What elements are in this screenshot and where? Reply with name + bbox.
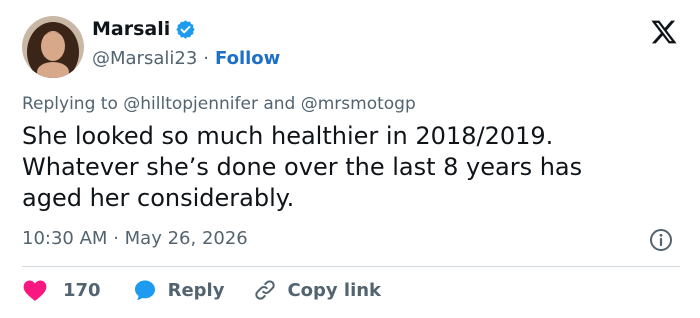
author-handle-row: @Marsali23 · Follow (92, 48, 280, 69)
tweet-text: She looked so much healthier in 2018/201… (22, 121, 682, 214)
verified-badge-icon (175, 19, 196, 40)
copy-link-button[interactable]: Copy link (253, 278, 381, 302)
speech-bubble-icon (133, 278, 157, 302)
tweet-text-line: aged her considerably. (22, 184, 295, 212)
info-icon[interactable] (649, 228, 673, 252)
follow-button[interactable]: Follow (215, 48, 280, 69)
copy-link-label: Copy link (287, 279, 382, 301)
replying-to-line: Replying to @hilltopjennifer and @mrsmot… (22, 94, 416, 114)
handle-separator: · (203, 48, 210, 69)
divider (22, 266, 680, 267)
tweet-time: 10:30 AM (22, 228, 108, 249)
tweet-text-line: She looked so much healthier in 2018/201… (22, 122, 554, 150)
action-bar: 170 Reply Copy link (22, 278, 381, 302)
reply-mention-2[interactable]: @mrsmotogp (301, 94, 416, 114)
reply-mention-1[interactable]: @hilltopjennifer (123, 94, 258, 114)
like-button[interactable]: 170 (22, 278, 101, 302)
tweet-timestamp[interactable]: 10:30 AM · May 26, 2026 (22, 228, 248, 249)
tweet-text-line: Whatever she’s done over the last 8 year… (22, 153, 583, 181)
author-handle[interactable]: @Marsali23 (92, 48, 197, 69)
replying-to-prefix: Replying to (22, 94, 118, 114)
timestamp-separator: · (113, 228, 119, 249)
reply-button[interactable]: Reply (133, 278, 225, 302)
like-count: 170 (63, 279, 101, 301)
avatar[interactable] (22, 16, 84, 78)
tweet-date: May 26, 2026 (124, 228, 248, 249)
x-logo-icon[interactable] (650, 18, 678, 46)
heart-icon (22, 278, 48, 302)
replying-to-conjunction: and (263, 94, 296, 114)
author-display-name[interactable]: Marsali (92, 18, 170, 40)
author-name-row: Marsali (92, 18, 196, 40)
link-icon (253, 278, 277, 302)
reply-label: Reply (167, 279, 225, 301)
